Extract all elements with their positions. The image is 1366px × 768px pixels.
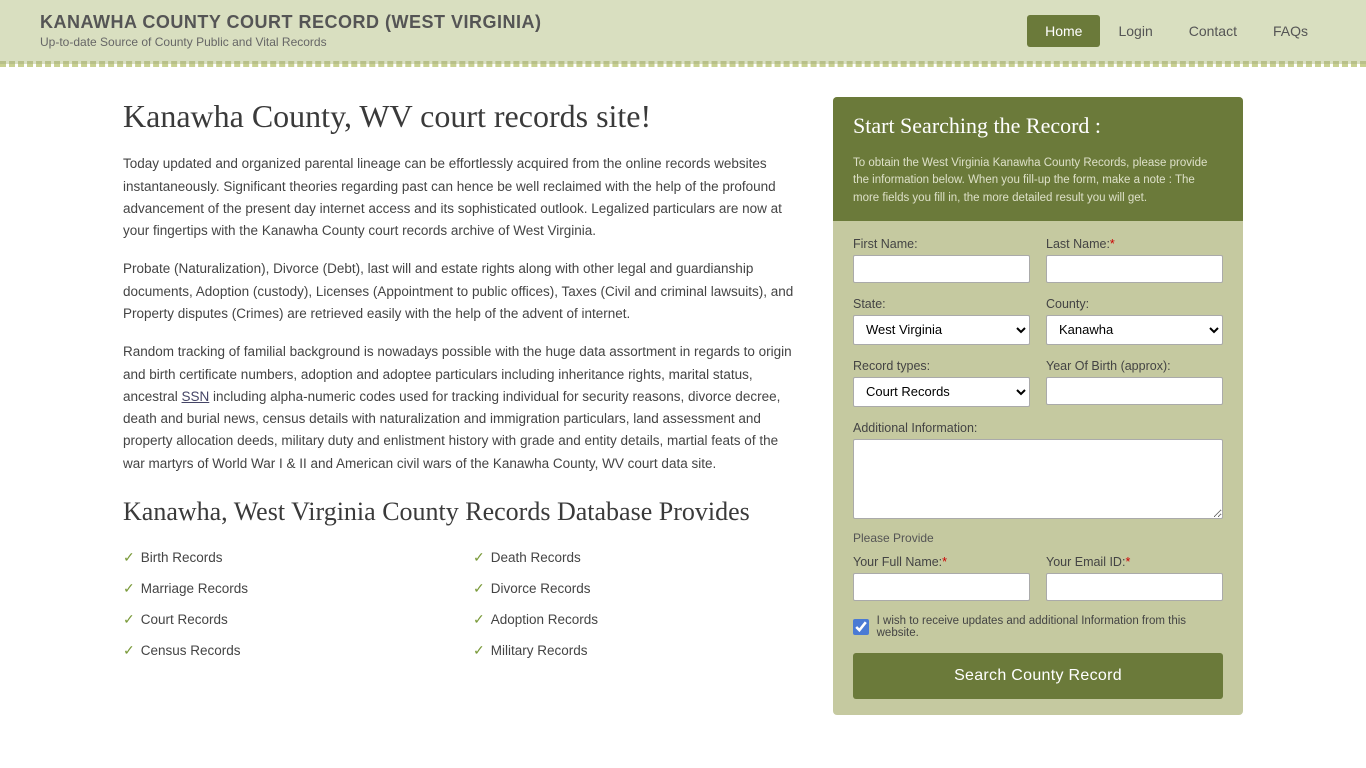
site-title: KANAWHA COUNTY COURT RECORD (WEST VIRGIN… [40,12,542,33]
list-item: Adoption Records [473,607,803,632]
list-item: Military Records [473,638,803,663]
please-provide-label: Please Provide [853,531,1223,545]
list-item: Marriage Records [123,576,453,601]
form-description: To obtain the West Virginia Kanawha Coun… [833,155,1243,221]
list-item: Death Records [473,545,803,570]
state-select[interactable]: West Virginia Alabama Alaska Arizona Cal… [853,315,1030,345]
county-group: County: Kanawha Berkeley Cabell Monongal… [1046,297,1223,345]
last-name-required: * [1110,237,1115,251]
nav-home[interactable]: Home [1027,15,1100,47]
nav-login[interactable]: Login [1100,15,1170,47]
email-input[interactable] [1046,573,1223,601]
contact-row: Your Full Name:* Your Email ID:* [853,555,1223,601]
section-heading: Kanawha, West Virginia County Records Da… [123,495,803,529]
record-type-select[interactable]: Court Records Birth Records Death Record… [853,377,1030,407]
nav-faqs[interactable]: FAQs [1255,15,1326,47]
list-item: Divorce Records [473,576,803,601]
newsletter-checkbox-row: I wish to receive updates and additional… [853,615,1223,639]
list-item: Court Records [123,607,453,632]
county-select[interactable]: Kanawha Berkeley Cabell Monongalia Ralei… [1046,315,1223,345]
search-county-record-button[interactable]: Search County Record [853,653,1223,699]
first-name-label: First Name: [853,237,1030,251]
email-group: Your Email ID:* [1046,555,1223,601]
state-county-row: State: West Virginia Alabama Alaska Ariz… [853,297,1223,345]
form-body: First Name: Last Name:* State: [833,221,1243,715]
record-type-group: Record types: Court Records Birth Record… [853,359,1030,407]
full-name-group: Your Full Name:* [853,555,1030,601]
first-name-group: First Name: [853,237,1030,283]
body-paragraph-2: Probate (Naturalization), Divorce (Debt)… [123,258,803,325]
last-name-input[interactable] [1046,255,1223,283]
year-of-birth-input[interactable] [1046,377,1223,405]
last-name-label: Last Name:* [1046,237,1223,251]
site-subtitle: Up-to-date Source of County Public and V… [40,35,542,49]
list-item: Birth Records [123,545,453,570]
records-list: Birth Records Death Records Marriage Rec… [123,545,803,663]
page-heading: Kanawha County, WV court records site! [123,97,803,135]
left-column: Kanawha County, WV court records site! T… [123,97,803,715]
main-content: Kanawha County, WV court records site! T… [83,67,1283,745]
body-paragraph-3: Random tracking of familial background i… [123,341,803,475]
full-name-label: Your Full Name:* [853,555,1030,569]
year-of-birth-group: Year Of Birth (approx): [1046,359,1223,407]
form-header: Start Searching the Record : [833,97,1243,155]
record-type-label: Record types: [853,359,1030,373]
right-column: Start Searching the Record : To obtain t… [833,97,1243,715]
state-group: State: West Virginia Alabama Alaska Ariz… [853,297,1030,345]
search-form-card: Start Searching the Record : To obtain t… [833,97,1243,715]
body-paragraph-1: Today updated and organized parental lin… [123,153,803,242]
site-header: KANAWHA COUNTY COURT RECORD (WEST VIRGIN… [0,0,1366,64]
year-of-birth-label: Year Of Birth (approx): [1046,359,1223,373]
full-name-input[interactable] [853,573,1030,601]
last-name-group: Last Name:* [1046,237,1223,283]
newsletter-checkbox[interactable] [853,619,869,635]
header-branding: KANAWHA COUNTY COURT RECORD (WEST VIRGIN… [40,12,542,49]
additional-info-group: Additional Information: [853,421,1223,519]
county-label: County: [1046,297,1223,311]
nav-contact[interactable]: Contact [1171,15,1255,47]
list-item: Census Records [123,638,453,663]
newsletter-checkbox-label[interactable]: I wish to receive updates and additional… [877,615,1223,639]
form-title: Start Searching the Record : [853,113,1223,139]
state-label: State: [853,297,1030,311]
name-row: First Name: Last Name:* [853,237,1223,283]
main-nav: Home Login Contact FAQs [1027,15,1326,47]
additional-info-label: Additional Information: [853,421,1223,435]
record-year-row: Record types: Court Records Birth Record… [853,359,1223,407]
email-label: Your Email ID:* [1046,555,1223,569]
first-name-input[interactable] [853,255,1030,283]
additional-info-textarea[interactable] [853,439,1223,519]
